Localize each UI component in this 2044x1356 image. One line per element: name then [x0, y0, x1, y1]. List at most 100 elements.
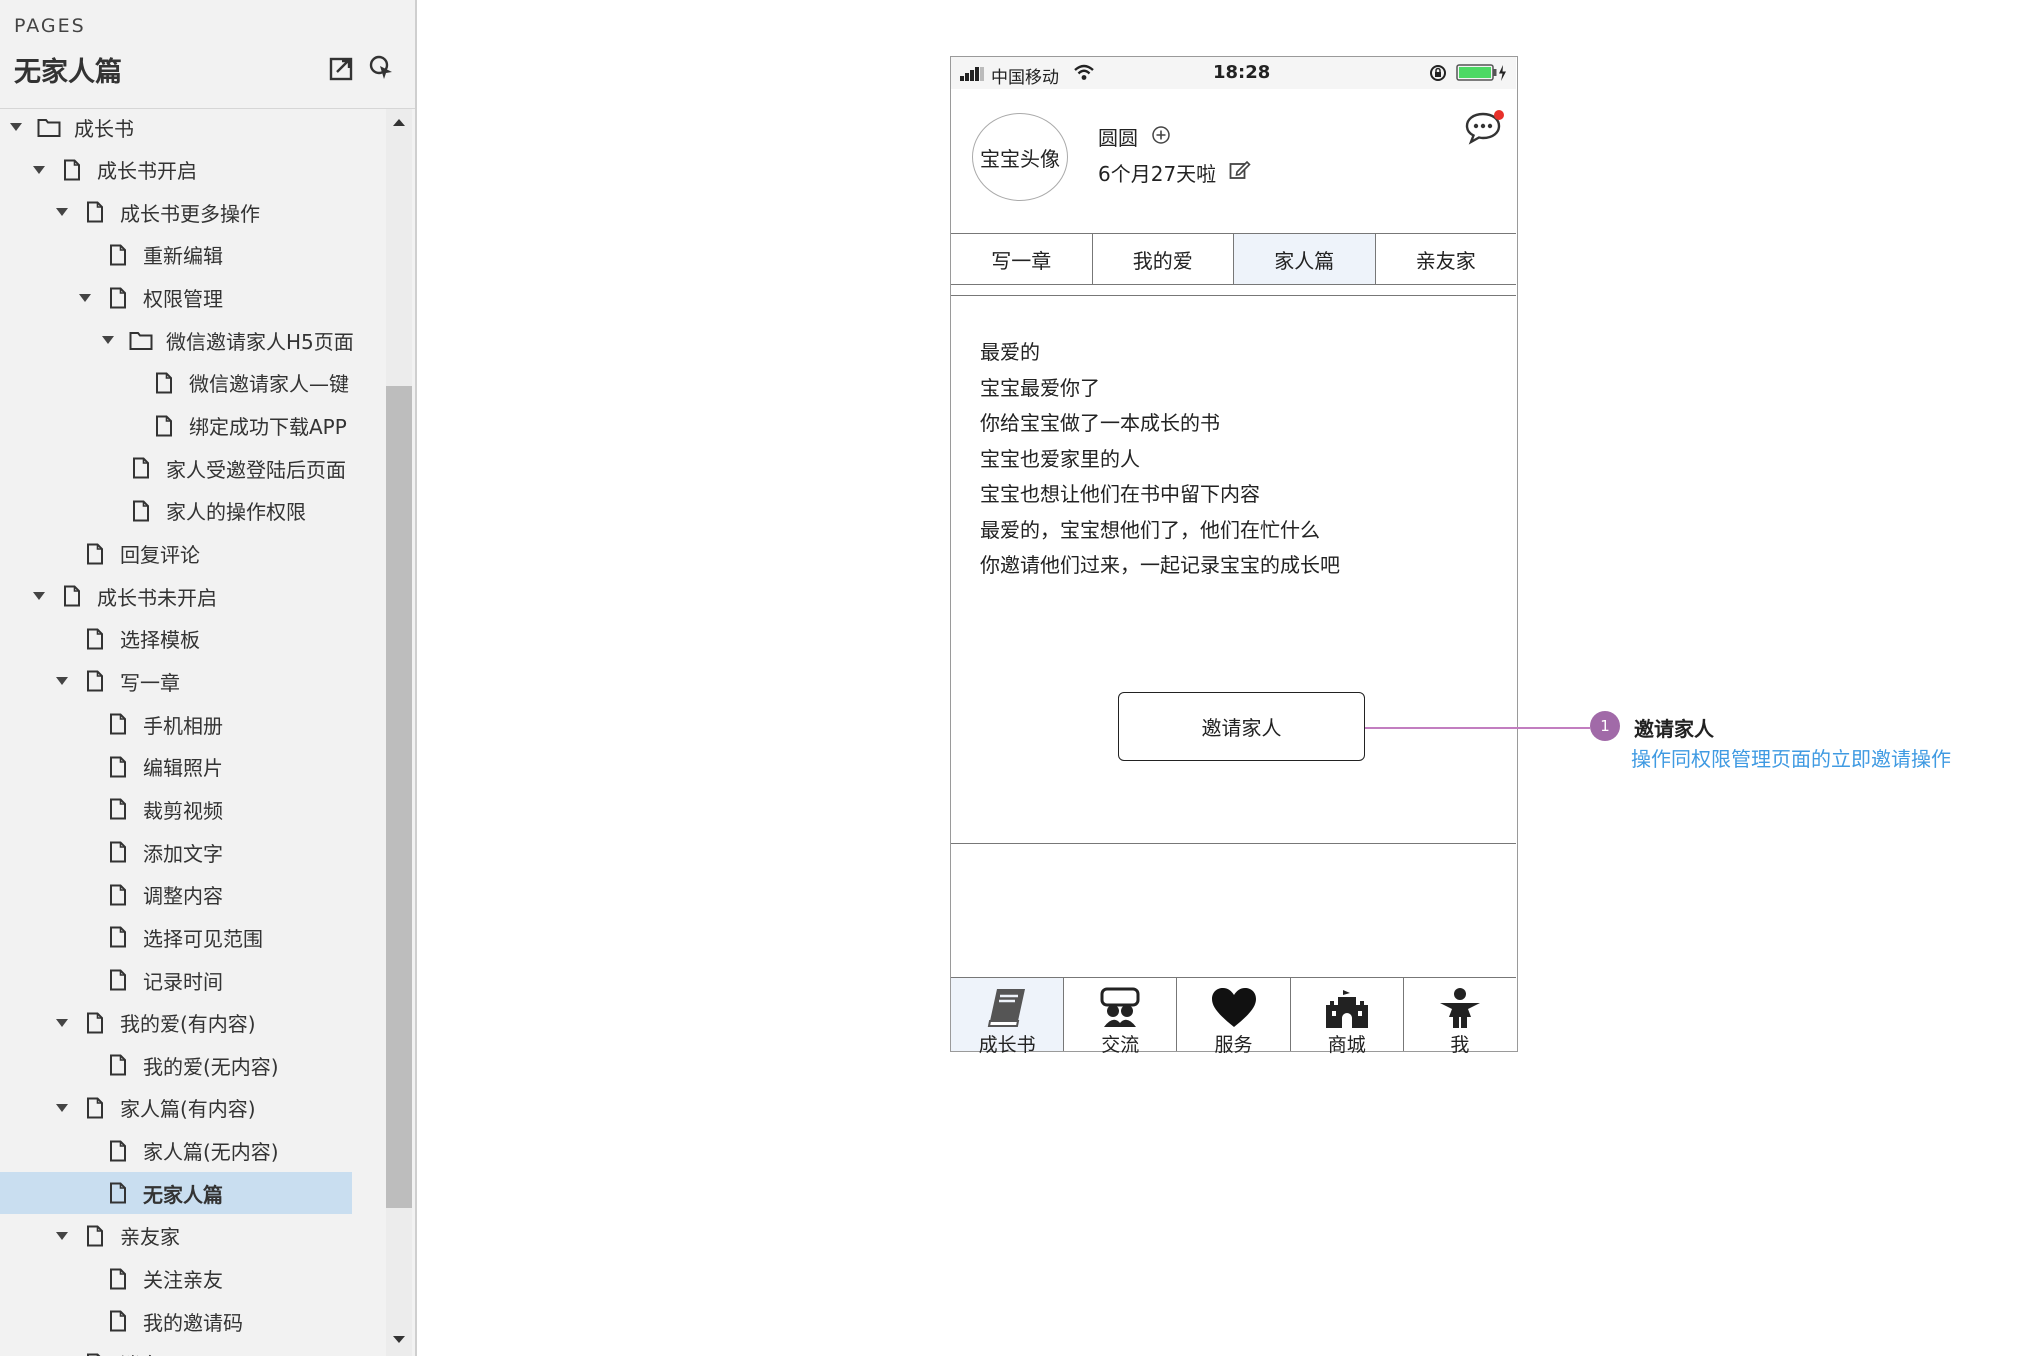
page-icon: [106, 925, 130, 949]
nav-item-castle[interactable]: 商城: [1291, 978, 1404, 1056]
tree-item[interactable]: 选择可见范围: [0, 916, 386, 958]
tree-item[interactable]: 家人受邀登陆后页面: [0, 447, 386, 489]
tree-item[interactable]: 成长书开启: [0, 149, 386, 191]
tree-item-label: 添加文字: [143, 841, 223, 866]
nav-item-label: 成长书: [978, 1034, 1036, 1056]
expand-arrow-icon[interactable]: [52, 202, 72, 222]
tab-1[interactable]: 写一章: [951, 234, 1093, 284]
page-icon: [106, 712, 130, 736]
tree-item[interactable]: 微信邀请家人—键: [0, 362, 386, 404]
tree-item[interactable]: 添加文字: [0, 831, 386, 873]
signal-icon: [960, 66, 986, 85]
wifi-icon: [1073, 63, 1095, 85]
page-icon: [83, 542, 107, 566]
tree-item[interactable]: 回复评论: [0, 533, 386, 575]
tree-item[interactable]: 我的爱(无内容): [0, 1044, 386, 1086]
tree-item[interactable]: 编辑照片: [0, 746, 386, 788]
bottom-nav: 成长书 交流 服务 商城 我: [951, 977, 1516, 1056]
expand-arrow-icon[interactable]: [52, 671, 72, 691]
tree-item[interactable]: 关注亲友: [0, 1258, 386, 1300]
page-icon: [83, 200, 107, 224]
expand-arrow-icon[interactable]: [6, 117, 26, 137]
scroll-up-icon[interactable]: [389, 112, 409, 132]
tree-item[interactable]: 调整内容: [0, 874, 386, 916]
expand-arrow-icon[interactable]: [52, 1013, 72, 1033]
scroll-down-icon[interactable]: [389, 1330, 409, 1350]
scrollbar-thumb[interactable]: [386, 386, 412, 1208]
export-icon[interactable]: [326, 52, 358, 84]
carrier-name: 中国移动: [991, 68, 1059, 88]
invite-family-button[interactable]: 邀请家人: [1118, 692, 1365, 761]
tree-item[interactable]: 绑定成功下载APP: [0, 405, 386, 447]
tree-item[interactable]: 手机相册: [0, 703, 386, 745]
page-icon: [83, 669, 107, 693]
tree-item[interactable]: 权限管理: [0, 277, 386, 319]
tab-4[interactable]: 亲友家: [1376, 234, 1517, 284]
tree-item[interactable]: 微信邀请家人H5页面: [0, 319, 386, 361]
expand-arrow-icon[interactable]: [52, 1226, 72, 1246]
nav-item-book[interactable]: 成长书: [951, 978, 1065, 1056]
tree-item-label: 写一章: [120, 670, 180, 695]
tree-item-label: 成长书未开启: [97, 585, 217, 610]
message-icon[interactable]: [1465, 109, 1505, 149]
tree-item-label: 家人篇(无内容): [143, 1140, 279, 1165]
tree-item[interactable]: 成长书未开启: [0, 575, 386, 617]
tree-item[interactable]: 裁剪视频: [0, 788, 386, 830]
tree-item-label: 我的爱(无内容): [143, 1054, 279, 1079]
tree-item-label: 成长书开启: [97, 159, 197, 184]
tree-item-label: 我的爱(有内容): [120, 1012, 256, 1037]
tree-item[interactable]: 写一章: [0, 660, 386, 702]
tree-item[interactable]: 家人篇(无内容): [0, 1130, 386, 1172]
page-icon: [106, 1181, 130, 1205]
battery-fill: [1459, 67, 1491, 78]
baby-age: 6个月27天啦: [1098, 162, 1217, 186]
letter-line: 宝宝也爱家里的人: [980, 446, 1140, 471]
tree-item[interactable]: 我的邀请码: [0, 1300, 386, 1342]
edit-icon[interactable]: [1229, 160, 1251, 184]
tree-item-label: 回复评论: [120, 543, 200, 567]
tree-item[interactable]: 重新编辑: [0, 234, 386, 276]
cursor-pick-icon[interactable]: [366, 52, 398, 84]
baby-name: 圆圆: [1098, 126, 1138, 150]
expand-arrow-icon[interactable]: [29, 586, 49, 606]
expand-arrow-icon[interactable]: [52, 1098, 72, 1118]
tree-item-label: 成长书: [74, 116, 134, 141]
tree-item-label: 裁剪视频: [143, 798, 223, 823]
divider: [951, 843, 1516, 844]
tree-item-label: 重新编辑: [143, 244, 223, 269]
tree-item[interactable]: 选择模板: [0, 618, 386, 660]
tree-item-label: 编辑照片: [143, 756, 223, 781]
add-circle-icon[interactable]: [1151, 125, 1171, 149]
tree-item[interactable]: 成长书更多操作: [0, 191, 386, 233]
tree-item-label: 绑定成功下载APP: [189, 415, 347, 440]
tree-item-label: 消息: [120, 1349, 160, 1356]
baby-avatar[interactable]: 宝宝头像: [972, 113, 1068, 201]
tree-item[interactable]: 成长书: [0, 106, 386, 148]
nav-item-person[interactable]: 我: [1404, 978, 1516, 1056]
letter-line: 你邀请他们过来，一起记录宝宝的成长吧: [980, 553, 1340, 577]
tree-item[interactable]: 消息: [0, 1343, 386, 1356]
tree-item[interactable]: 记录时间: [0, 959, 386, 1001]
nav-item-heart[interactable]: 服务: [1177, 978, 1291, 1056]
tree-item[interactable]: 我的爱(有内容): [0, 1002, 386, 1044]
tree-item-label: 微信邀请家人—键: [189, 372, 349, 397]
tree-item[interactable]: 家人的操作权限: [0, 490, 386, 532]
nav-item-community[interactable]: 交流: [1064, 978, 1178, 1056]
community-icon: [1096, 986, 1144, 1030]
expand-arrow-icon[interactable]: [29, 160, 49, 180]
expand-arrow-icon[interactable]: [75, 288, 95, 308]
tree-item[interactable]: 亲友家: [0, 1215, 386, 1257]
tree-item[interactable]: 家人篇(有内容): [0, 1087, 386, 1129]
page-icon: [129, 499, 153, 523]
tab-2[interactable]: 我的爱: [1093, 234, 1234, 284]
tree-item-label: 选择可见范围: [143, 926, 263, 951]
tab-3[interactable]: 家人篇: [1234, 234, 1376, 284]
tree-item[interactable]: 无家人篇: [0, 1172, 352, 1215]
expand-arrow-icon[interactable]: [98, 330, 118, 350]
avatar-label: 宝宝头像: [980, 146, 1060, 171]
